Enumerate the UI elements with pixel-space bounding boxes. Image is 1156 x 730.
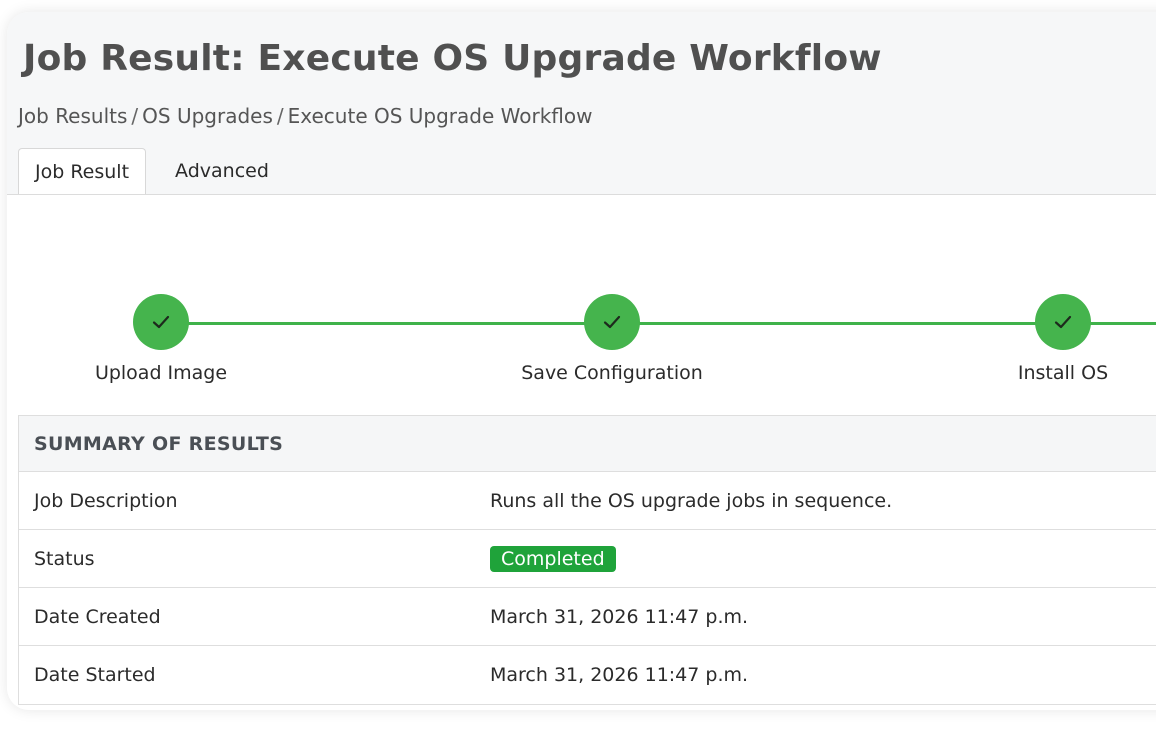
tab-advanced[interactable]: Advanced: [146, 148, 298, 194]
workflow-stepper: Upload Image Save Configuration Install …: [7, 195, 1156, 415]
row-key: Date Created: [34, 605, 161, 628]
row-value: March 31, 2026 11:47 p.m.: [490, 664, 749, 686]
breadcrumb-separator: /: [276, 104, 284, 128]
tab-content: Upload Image Save Configuration Install …: [7, 195, 1156, 710]
check-icon: [152, 315, 170, 329]
step-label: Install OS: [1017, 362, 1109, 384]
row-key: Date Started: [34, 664, 156, 686]
breadcrumb-separator: /: [131, 104, 139, 128]
app-window: Job Result: Execute OS Upgrade Workflow …: [7, 12, 1156, 710]
workflow-step-install-os[interactable]: Install OS: [953, 294, 1156, 384]
row-key: Job Description: [34, 489, 178, 512]
breadcrumb-job-results[interactable]: Job Results: [18, 104, 127, 128]
summary-row-date-created: Date Created March 31, 2026 11:47 p.m.: [19, 588, 1156, 646]
summary-row-status: Status Completed: [19, 530, 1156, 588]
page-title: Job Result: Execute OS Upgrade Workflow: [23, 38, 882, 79]
check-icon: [603, 315, 621, 329]
step-complete-circle: [133, 294, 189, 350]
tab-job-result[interactable]: Job Result: [18, 148, 147, 195]
row-value: March 31, 2026 11:47 p.m.: [490, 605, 749, 628]
step-complete-circle: [584, 294, 640, 350]
row-value: Completed: [490, 545, 616, 572]
breadcrumb: Job Results / OS Upgrades / Execute OS Upgra…: [18, 104, 592, 128]
check-icon: [1054, 315, 1072, 329]
summary-row-job-description: Job Description Runs all the OS upgrade …: [19, 472, 1156, 530]
summary-heading: SUMMARY OF RESULTS: [19, 416, 1156, 472]
workflow-step-upload-image[interactable]: Upload Image: [51, 294, 271, 384]
breadcrumb-current: Execute OS Upgrade Workflow: [287, 104, 593, 128]
summary-row-date-started: Date Started March 31, 2026 11:47 p.m.: [19, 646, 1156, 704]
step-label: Save Configuration: [521, 362, 703, 384]
workflow-step-save-configuration[interactable]: Save Configuration: [502, 294, 722, 384]
step-complete-circle: [1035, 294, 1091, 350]
row-value: Runs all the OS upgrade jobs in sequence…: [490, 489, 893, 512]
breadcrumb-os-upgrades[interactable]: OS Upgrades: [142, 104, 273, 128]
step-label: Upload Image: [94, 362, 228, 384]
row-key: Status: [34, 547, 95, 570]
page-header: Job Result: Execute OS Upgrade Workflow …: [7, 12, 1156, 195]
summary-of-results-panel: SUMMARY OF RESULTS Job Description Runs …: [18, 415, 1156, 705]
status-badge: Completed: [490, 545, 616, 572]
tab-bar: Job Result Advanced: [18, 148, 298, 195]
